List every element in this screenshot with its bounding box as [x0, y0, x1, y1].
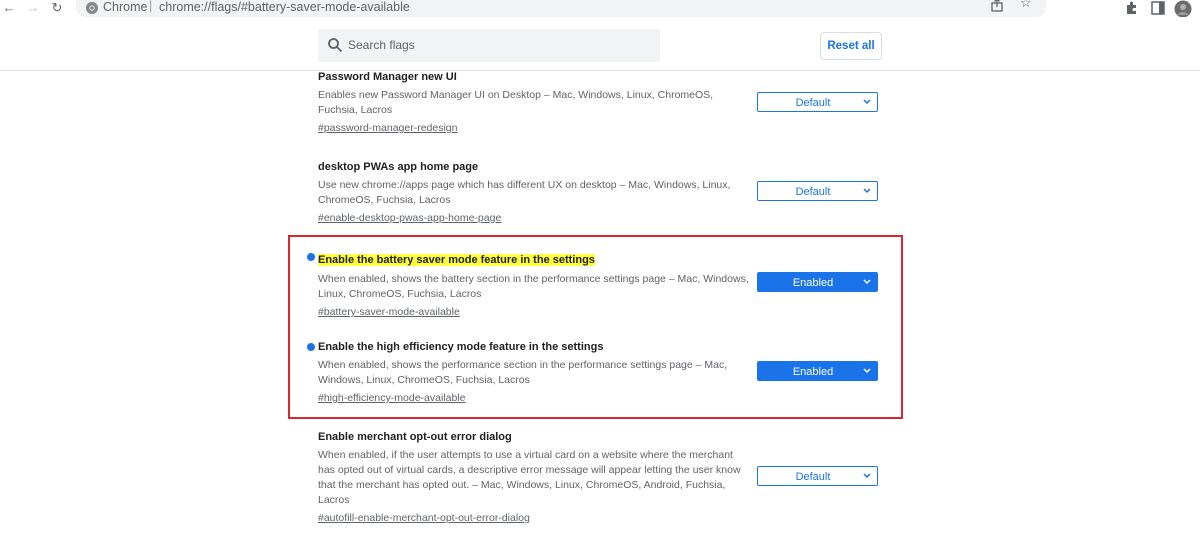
- url-text[interactable]: chrome://flags/#battery-saver-mode-avail…: [159, 0, 410, 14]
- flag-entry: Enable merchant opt-out error dialog Whe…: [318, 430, 758, 526]
- flag-state-value: Default: [795, 97, 831, 109]
- chevron-down-icon: [863, 188, 871, 194]
- flag-link[interactable]: #enable-desktop-pwas-app-home-page: [318, 212, 501, 224]
- chevron-down-icon: [863, 473, 871, 479]
- flag-description: Use new chrome://apps page which has dif…: [318, 179, 731, 206]
- search-icon: [328, 38, 343, 53]
- flag-link[interactable]: #autofill-enable-merchant-opt-out-error-…: [318, 512, 530, 524]
- forward-arrow-icon[interactable]: →: [24, 0, 42, 16]
- flag-state-select[interactable]: Default: [757, 181, 878, 201]
- address-bar[interactable]: Chrome | chrome://flags/#battery-saver-m…: [76, 0, 1046, 18]
- flag-state-value: Default: [795, 186, 831, 198]
- flag-link[interactable]: #password-manager-redesign: [318, 122, 458, 134]
- flag-title: Password Manager new UI: [318, 71, 457, 83]
- browser-toolbar: ← → ↻ Chrome | chrome://flags/#battery-s…: [0, 0, 1200, 18]
- chevron-down-icon: [863, 99, 871, 105]
- reload-icon[interactable]: ↻: [48, 0, 66, 16]
- annotation-highlight-box: [288, 235, 903, 419]
- flag-title: Enable merchant opt-out error dialog: [318, 431, 512, 443]
- flag-title: desktop PWAs app home page: [318, 161, 479, 173]
- bookmark-star-icon[interactable]: ☆: [1020, 0, 1032, 11]
- back-arrow-icon[interactable]: ←: [0, 0, 18, 16]
- extensions-icon[interactable]: [1124, 0, 1140, 16]
- flag-description: When enabled, if the user attempts to us…: [318, 449, 741, 506]
- chrome-logo-icon: [86, 2, 98, 14]
- share-icon[interactable]: [990, 0, 1004, 12]
- flag-state-value: Default: [795, 471, 831, 483]
- reset-all-button[interactable]: Reset all: [820, 32, 882, 60]
- flag-entry: Password Manager new UI Enables new Pass…: [318, 70, 758, 136]
- flag-state-select[interactable]: Default: [757, 92, 878, 112]
- url-separator: |: [149, 0, 153, 13]
- flag-description: Enables new Password Manager UI on Deskt…: [318, 89, 714, 116]
- search-box[interactable]: [318, 29, 660, 62]
- search-input[interactable]: [348, 37, 648, 53]
- flag-entry: desktop PWAs app home page Use new chrom…: [318, 160, 758, 226]
- flags-header: Reset all: [0, 17, 1200, 71]
- url-scheme: Chrome: [103, 0, 148, 14]
- profile-avatar[interactable]: [1174, 0, 1192, 18]
- flag-state-select[interactable]: Default: [757, 466, 878, 486]
- side-panel-icon[interactable]: [1150, 0, 1166, 16]
